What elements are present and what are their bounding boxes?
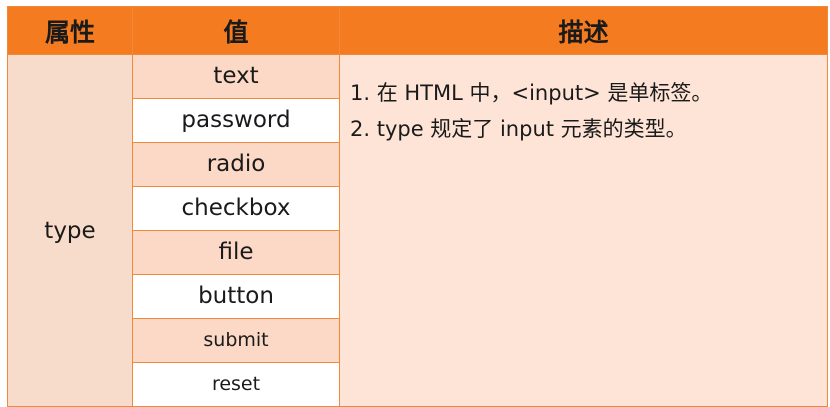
header-attribute: 属性 <box>7 6 133 55</box>
header-value: 值 <box>132 6 340 55</box>
description-line-2: 2. type 规定了 input 元素的类型。 <box>350 117 687 141</box>
value-cell-text: text <box>132 54 340 99</box>
description-line-1: 1. 在 HTML 中，<input> 是单标签。 <box>350 81 713 105</box>
description-cell: 1. 在 HTML 中，<input> 是单标签。 2. type 规定了 in… <box>339 54 828 407</box>
attribute-table: 属性 值 描述 type text 1. 在 HTML 中，<input> 是单… <box>7 6 828 407</box>
value-cell-button: button <box>132 274 340 319</box>
value-cell-submit: submit <box>132 318 340 363</box>
value-cell-radio: radio <box>132 142 340 187</box>
header-description: 描述 <box>339 6 828 55</box>
value-cell-reset: reset <box>132 362 340 407</box>
value-cell-password: password <box>132 98 340 143</box>
type-cell: type <box>7 54 133 407</box>
header-row: 属性 值 描述 <box>7 6 828 55</box>
page: 属性 值 描述 type text 1. 在 HTML 中，<input> 是单… <box>0 0 830 407</box>
table-row: type text 1. 在 HTML 中，<input> 是单标签。 2. t… <box>7 54 828 407</box>
value-cell-file: file <box>132 230 340 275</box>
value-cell-checkbox: checkbox <box>132 186 340 231</box>
